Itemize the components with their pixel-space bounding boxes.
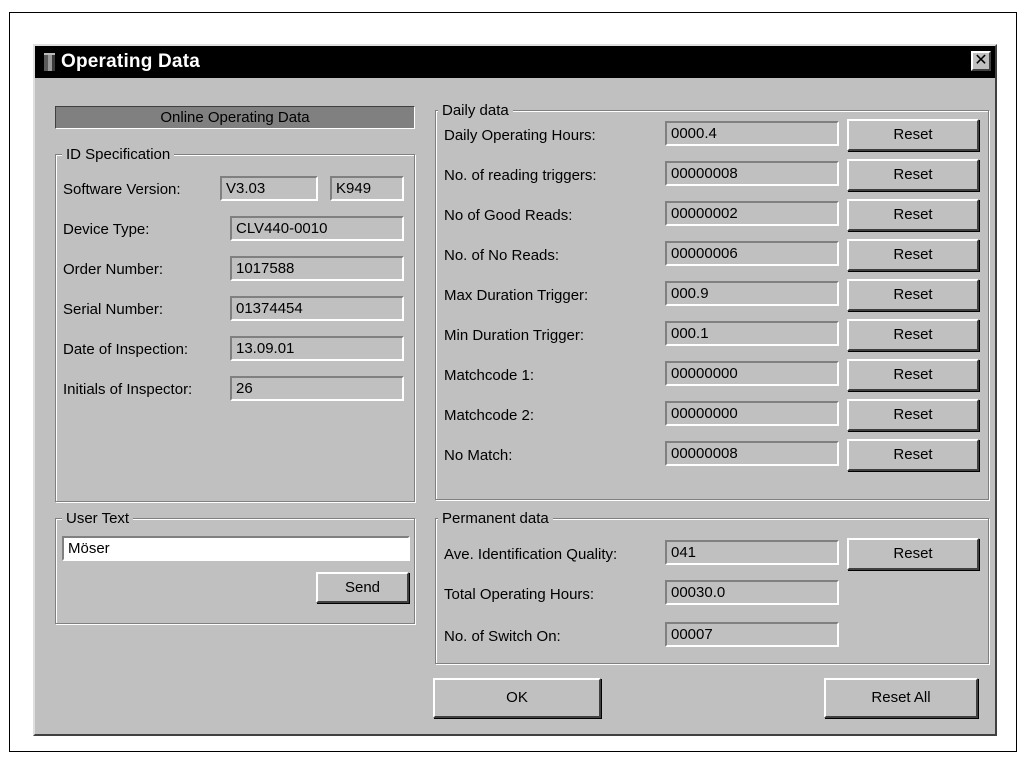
daily-row-reset-button[interactable]: Reset — [847, 359, 979, 391]
daily-row-reset-button[interactable]: Reset — [847, 119, 979, 151]
send-button[interactable]: Send — [316, 572, 409, 603]
reset-all-button[interactable]: Reset All — [824, 678, 978, 718]
online-operating-data-header: Online Operating Data — [55, 106, 415, 129]
daily-row-value: 00000002 — [665, 201, 839, 226]
daily-row-label: Matchcode 2: — [444, 407, 535, 424]
order-number-field: 1017588 — [230, 256, 404, 281]
daily-row-reset-button[interactable]: Reset — [847, 239, 979, 271]
daily-row-value: 0000.4 — [665, 121, 839, 146]
total-operating-hours-label: Total Operating Hours: — [444, 586, 595, 603]
permanent-data-legend: Permanent data — [438, 510, 553, 527]
daily-row-label: Min Duration Trigger: — [444, 327, 585, 344]
software-version-field: V3.03 — [220, 176, 318, 201]
ave-identification-quality-label: Ave. Identification Quality: — [444, 546, 618, 563]
daily-row-reset-button[interactable]: Reset — [847, 159, 979, 191]
software-version-label: Software Version: — [63, 181, 181, 198]
daily-row-reset-button[interactable]: Reset — [847, 319, 979, 351]
daily-row-value: 00000000 — [665, 361, 839, 386]
daily-row-label: No. of reading triggers: — [444, 167, 597, 184]
id-specification-legend: ID Specification — [62, 146, 175, 163]
daily-row-value: 00000006 — [665, 241, 839, 266]
user-text-group: User Text — [55, 510, 415, 624]
daily-row-reset-button[interactable]: Reset — [847, 199, 979, 231]
daily-row-value: 00000008 — [665, 441, 839, 466]
user-text-legend: User Text — [62, 510, 134, 527]
daily-data-legend: Daily data — [438, 102, 513, 119]
device-type-field: CLV440-0010 — [230, 216, 404, 241]
daily-row-label: No. of No Reads: — [444, 247, 560, 264]
daily-row-label: Daily Operating Hours: — [444, 127, 596, 144]
date-of-inspection-field: 13.09.01 — [230, 336, 404, 361]
serial-number-field: 01374454 — [230, 296, 404, 321]
daily-row-reset-button[interactable]: Reset — [847, 439, 979, 471]
daily-row-label: No of Good Reads: — [444, 207, 573, 224]
daily-row-label: No Match: — [444, 447, 513, 464]
operating-data-dialog: Operating Data ✕ Online Operating Data I… — [33, 44, 997, 736]
user-text-input[interactable]: Möser — [62, 536, 410, 561]
daily-row-reset-button[interactable]: Reset — [847, 279, 979, 311]
order-number-label: Order Number: — [63, 261, 164, 278]
daily-row-value: 00000008 — [665, 161, 839, 186]
ave-identification-quality-reset-button[interactable]: Reset — [847, 538, 979, 570]
serial-number-label: Serial Number: — [63, 301, 164, 318]
title-bar[interactable]: Operating Data ✕ — [35, 46, 995, 78]
ave-identification-quality-field: 041 — [665, 540, 839, 565]
initials-of-inspector-label: Initials of Inspector: — [63, 381, 193, 398]
total-operating-hours-field: 00030.0 — [665, 580, 839, 605]
no-of-switch-on-field: 00007 — [665, 622, 839, 647]
date-of-inspection-label: Date of Inspection: — [63, 341, 189, 358]
daily-row-reset-button[interactable]: Reset — [847, 399, 979, 431]
app-icon — [44, 53, 55, 71]
close-button[interactable]: ✕ — [971, 51, 991, 71]
device-type-label: Device Type: — [63, 221, 150, 238]
window-title: Operating Data — [61, 51, 200, 72]
daily-row-value: 000.9 — [665, 281, 839, 306]
no-of-switch-on-label: No. of Switch On: — [444, 628, 561, 645]
initials-of-inspector-field: 26 — [230, 376, 404, 401]
daily-row-label: Max Duration Trigger: — [444, 287, 589, 304]
daily-row-value: 00000000 — [665, 401, 839, 426]
ok-button[interactable]: OK — [433, 678, 601, 718]
daily-row-label: Matchcode 1: — [444, 367, 535, 384]
software-code-field: K949 — [330, 176, 404, 201]
daily-row-value: 000.1 — [665, 321, 839, 346]
